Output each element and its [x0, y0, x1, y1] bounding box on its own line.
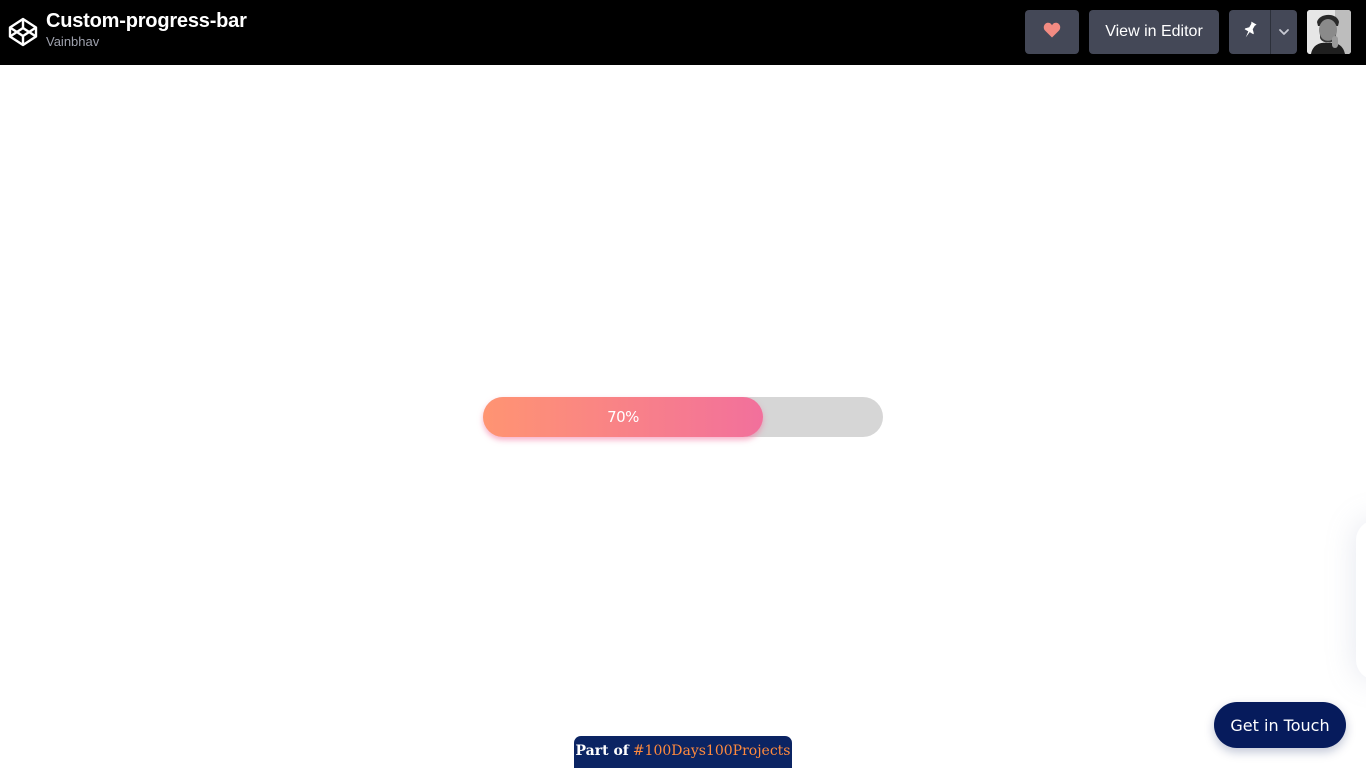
- get-in-touch-button[interactable]: Get in Touch: [1214, 702, 1346, 748]
- badge-prefix: Part of: [575, 743, 629, 759]
- pen-author[interactable]: Vainbhav: [46, 33, 247, 50]
- progress-bar-fill: 70%: [483, 397, 763, 437]
- codepen-logo-icon[interactable]: [7, 16, 39, 48]
- progress-bar-track: 70%: [483, 397, 883, 437]
- heart-icon: [1043, 22, 1061, 43]
- user-avatar[interactable]: [1307, 10, 1351, 54]
- pin-options-dropdown[interactable]: [1271, 10, 1297, 54]
- chevron-down-icon: [1278, 23, 1290, 41]
- view-in-editor-button[interactable]: View in Editor: [1089, 10, 1219, 54]
- edge-decoration: [1356, 520, 1366, 680]
- badge-hashtag[interactable]: #100Days100Projects: [633, 743, 791, 759]
- pin-button-group: [1229, 10, 1297, 54]
- progress-label: 70%: [607, 408, 639, 426]
- pen-title: Custom-progress-bar: [46, 10, 247, 32]
- like-button[interactable]: [1025, 10, 1079, 54]
- pin-icon: [1242, 21, 1258, 44]
- pen-title-block: Custom-progress-bar Vainbhav: [46, 9, 247, 50]
- project-badge[interactable]: Part of #100Days100Projects: [574, 736, 792, 768]
- pin-button[interactable]: [1229, 10, 1270, 54]
- top-bar: Custom-progress-bar Vainbhav View in Edi…: [0, 0, 1366, 65]
